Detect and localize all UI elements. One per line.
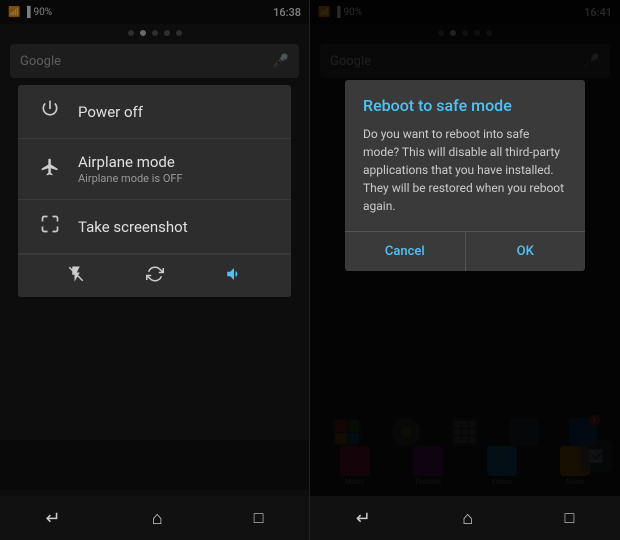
screenshot-icon bbox=[36, 214, 64, 239]
power-menu: Power off Airplane mode Airplane mode is… bbox=[18, 85, 291, 297]
right-home-button[interactable]: ⌂ bbox=[462, 508, 473, 529]
airplane-icon bbox=[36, 157, 64, 182]
left-back-button[interactable]: ↵ bbox=[46, 508, 61, 529]
screenshot-text-group: Take screenshot bbox=[78, 218, 188, 236]
left-phone-screen: 📶 ▐ 90% 16:38 Google 🎤 Power off bbox=[0, 0, 310, 540]
airplane-mode-sublabel: Airplane mode is OFF bbox=[78, 172, 183, 185]
right-back-button[interactable]: ↵ bbox=[356, 508, 371, 529]
dialog-title: Reboot to safe mode bbox=[345, 80, 585, 125]
power-off-label: Power off bbox=[78, 103, 143, 121]
screenshot-label: Take screenshot bbox=[78, 218, 188, 236]
dialog-buttons: Cancel OK bbox=[345, 231, 585, 271]
dialog-overlay: Reboot to safe mode Do you want to reboo… bbox=[310, 0, 620, 540]
airplane-mode-text-group: Airplane mode Airplane mode is OFF bbox=[78, 153, 183, 185]
qs-volume-icon[interactable] bbox=[225, 265, 243, 287]
airplane-mode-label: Airplane mode bbox=[78, 153, 183, 171]
dialog-cancel-button[interactable]: Cancel bbox=[345, 232, 466, 271]
screenshot-item[interactable]: Take screenshot bbox=[18, 200, 291, 254]
power-off-item[interactable]: Power off bbox=[18, 85, 291, 139]
dialog-ok-button[interactable]: OK bbox=[466, 232, 586, 271]
right-phone-screen: 📶 ▐ 90% 16:41 Google 🎤 Reboot to safe mo… bbox=[310, 0, 620, 540]
qs-flash-icon[interactable] bbox=[67, 265, 85, 287]
dialog-body: Do you want to reboot into safe mode? Th… bbox=[345, 125, 585, 231]
left-recents-button[interactable]: □ bbox=[254, 508, 264, 528]
reboot-dialog: Reboot to safe mode Do you want to reboo… bbox=[345, 80, 585, 271]
qs-rotate-icon[interactable] bbox=[146, 265, 164, 287]
right-recents-button[interactable]: □ bbox=[565, 508, 575, 528]
power-icon bbox=[36, 99, 64, 124]
quick-settings-row bbox=[18, 254, 291, 297]
power-off-text-group: Power off bbox=[78, 103, 143, 121]
left-home-button[interactable]: ⌂ bbox=[152, 508, 163, 529]
airplane-mode-item[interactable]: Airplane mode Airplane mode is OFF bbox=[18, 139, 291, 200]
right-nav-bar: ↵ ⌂ □ bbox=[310, 496, 620, 540]
left-nav-bar: ↵ ⌂ □ bbox=[0, 496, 309, 540]
